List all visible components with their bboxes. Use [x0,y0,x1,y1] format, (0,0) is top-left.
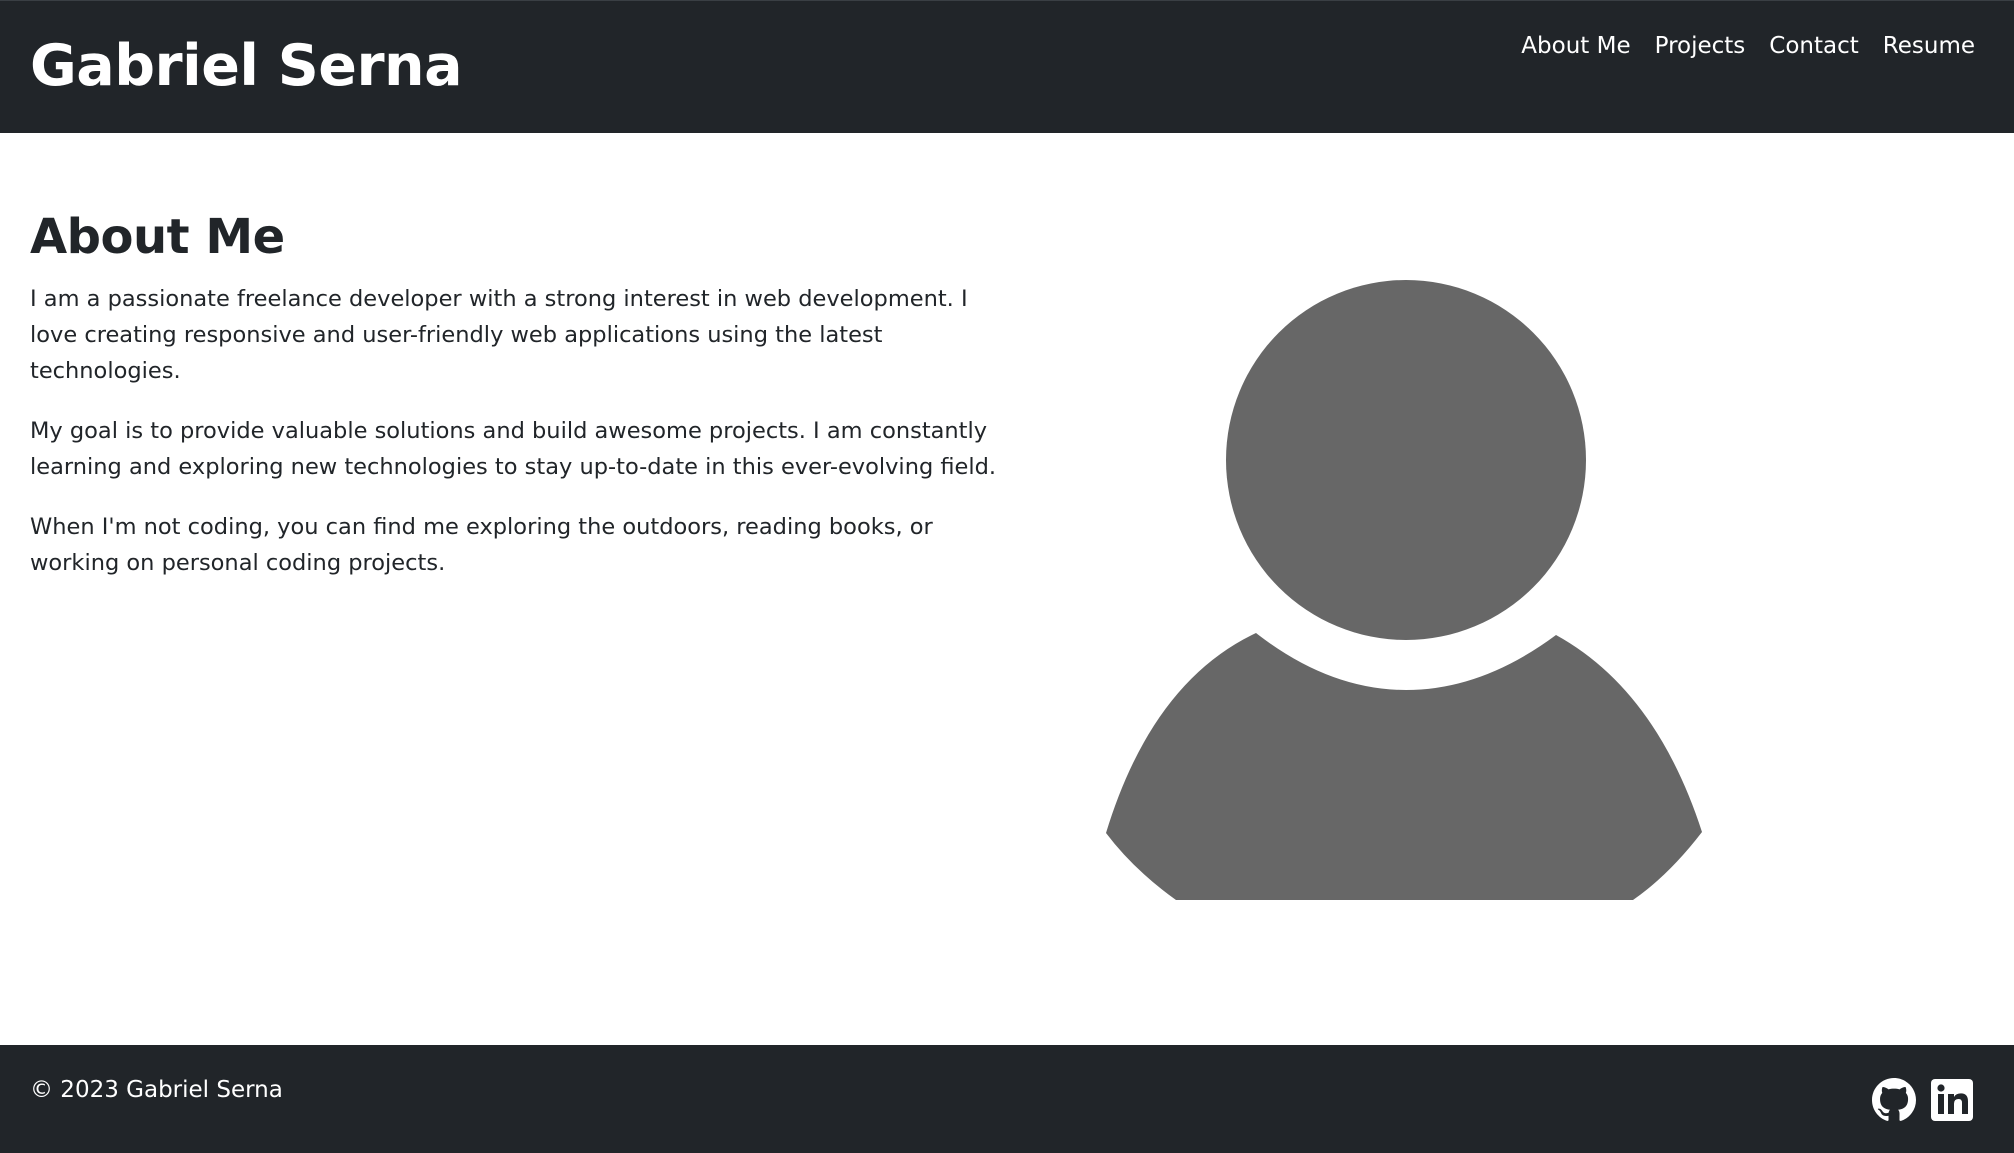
about-paragraph: My goal is to provide valuable solutions… [30,418,997,480]
main-content: About Me I am a passionate freelance dev… [0,133,2014,1045]
site-header: Gabriel Serna About Me Projects Contact … [0,0,2014,133]
linkedin-icon[interactable] [1930,1078,1974,1122]
about-paragraph: When I'm not coding, you can find me exp… [30,514,933,576]
copyright-text: © 2023 Gabriel Serna [30,1077,283,1103]
about-section: About Me I am a passionate freelance dev… [30,205,1000,605]
github-icon[interactable] [1872,1078,1916,1122]
nav-link-about[interactable]: About Me [1521,29,1630,63]
nav-link-projects[interactable]: Projects [1655,29,1746,63]
main-nav: About Me Projects Contact Resume [1521,29,1975,63]
social-links [1872,1078,1974,1122]
user-avatar-icon [1104,280,1704,900]
about-heading: About Me [30,209,285,265]
nav-link-contact[interactable]: Contact [1769,29,1858,63]
nav-link-resume[interactable]: Resume [1883,29,1975,63]
site-brand[interactable]: Gabriel Serna [30,29,463,103]
about-paragraph: I am a passionate freelance developer wi… [30,286,968,384]
site-footer: © 2023 Gabriel Serna [0,1045,2014,1153]
